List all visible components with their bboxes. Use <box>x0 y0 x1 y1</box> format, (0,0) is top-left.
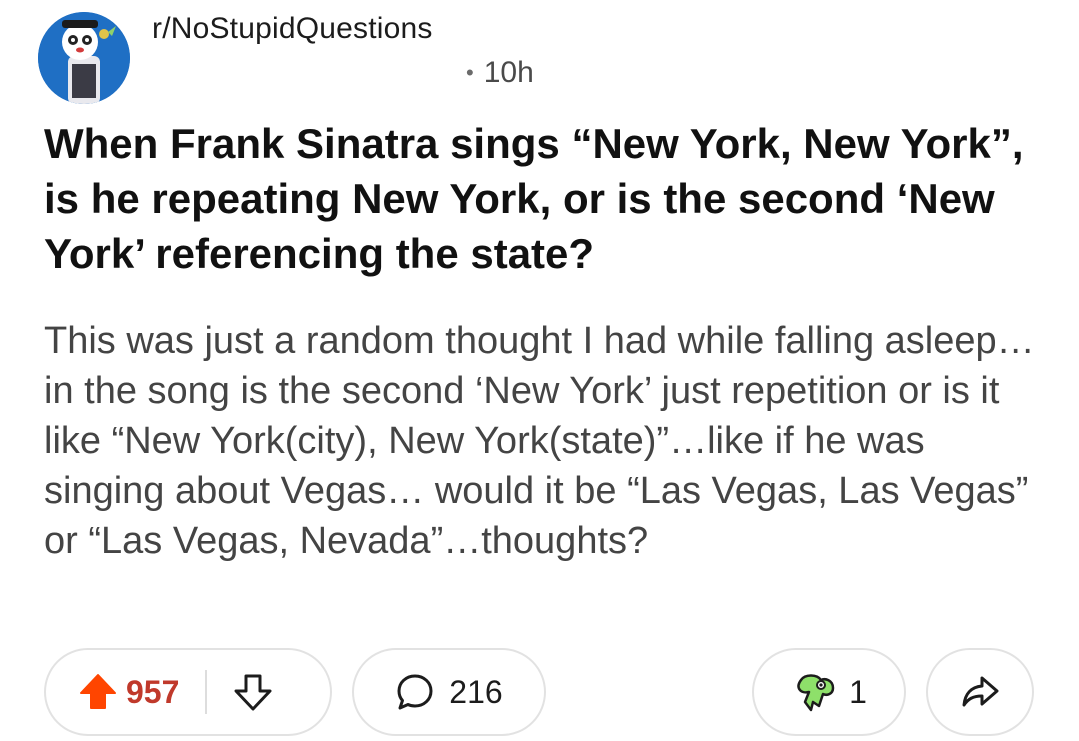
share-button[interactable] <box>926 648 1034 736</box>
upvote-count: 957 <box>126 673 180 710</box>
post-body: This was just a random thought I had whi… <box>44 320 1035 562</box>
post-age: 10h <box>483 56 534 89</box>
vote-control: 957 <box>44 648 332 736</box>
post-title[interactable]: When Frank Sinatra sings “New York, New … <box>44 116 1054 281</box>
award-button[interactable]: 1 <box>752 648 906 736</box>
upvote-arrow-icon[interactable] <box>78 672 118 712</box>
action-bar: 957 216 1 <box>0 644 1079 740</box>
comment-bubble-icon <box>395 672 435 712</box>
panda-mascot-icon <box>38 12 130 104</box>
downvote-arrow-icon[interactable] <box>233 672 273 712</box>
award-icon <box>791 672 839 712</box>
comments-button[interactable]: 216 <box>352 648 546 736</box>
comment-count: 216 <box>449 673 503 710</box>
separator-dot: • <box>466 60 474 85</box>
award-count: 1 <box>849 673 867 710</box>
subreddit-name[interactable]: r/NoStupidQuestions <box>152 12 433 46</box>
post-meta: • 10h <box>466 56 534 90</box>
subreddit-avatar[interactable] <box>38 12 130 104</box>
vote-divider <box>205 670 208 714</box>
share-arrow-icon <box>960 672 1000 712</box>
post-header: r/NoStupidQuestions • 10h <box>38 8 638 104</box>
